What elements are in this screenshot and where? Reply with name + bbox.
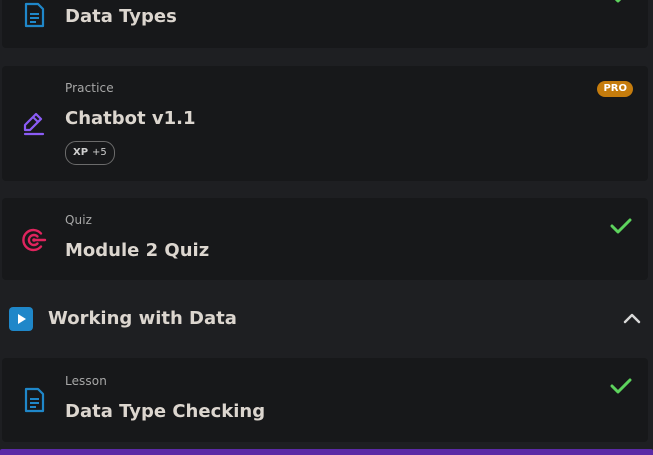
xp-label: XP xyxy=(73,147,89,158)
target-icon xyxy=(22,228,47,252)
next-item-accent-bar[interactable] xyxy=(0,449,653,455)
checkmark-icon xyxy=(610,218,632,234)
checkmark-icon xyxy=(610,378,632,394)
quiz-card-module-2[interactable]: Quiz Module 2 Quiz xyxy=(2,198,648,280)
practice-title: Chatbot v1.1 xyxy=(65,108,196,129)
practice-card-chatbot[interactable]: Practice Chatbot v1.1 PRO XP +5 xyxy=(2,66,648,181)
pro-badge: PRO xyxy=(597,81,633,97)
item-kind-label: Practice xyxy=(65,81,114,95)
item-kind-label: Quiz xyxy=(65,213,93,227)
lesson-title: Data Types xyxy=(65,6,177,27)
item-kind-label: Lesson xyxy=(65,374,107,388)
quiz-title: Module 2 Quiz xyxy=(65,240,210,261)
chevron-up-icon[interactable] xyxy=(623,312,641,324)
section-title: Working with Data xyxy=(48,308,237,329)
xp-chip: XP +5 xyxy=(65,141,115,165)
lesson-title: Data Type Checking xyxy=(65,401,266,422)
lesson-card-data-type-checking[interactable]: Lesson Data Type Checking xyxy=(2,358,648,442)
checkmark-icon xyxy=(614,0,622,3)
course-outline: Data Types Practice Chatbot v1.1 PRO XP +… xyxy=(0,0,653,455)
document-icon xyxy=(24,2,45,28)
xp-value: +5 xyxy=(92,147,107,158)
lesson-card-data-types[interactable]: Data Types xyxy=(2,0,648,48)
pencil-icon xyxy=(23,112,45,136)
section-header-working-with-data[interactable]: Working with Data xyxy=(0,285,653,357)
play-icon xyxy=(9,307,33,331)
document-icon xyxy=(24,387,45,413)
